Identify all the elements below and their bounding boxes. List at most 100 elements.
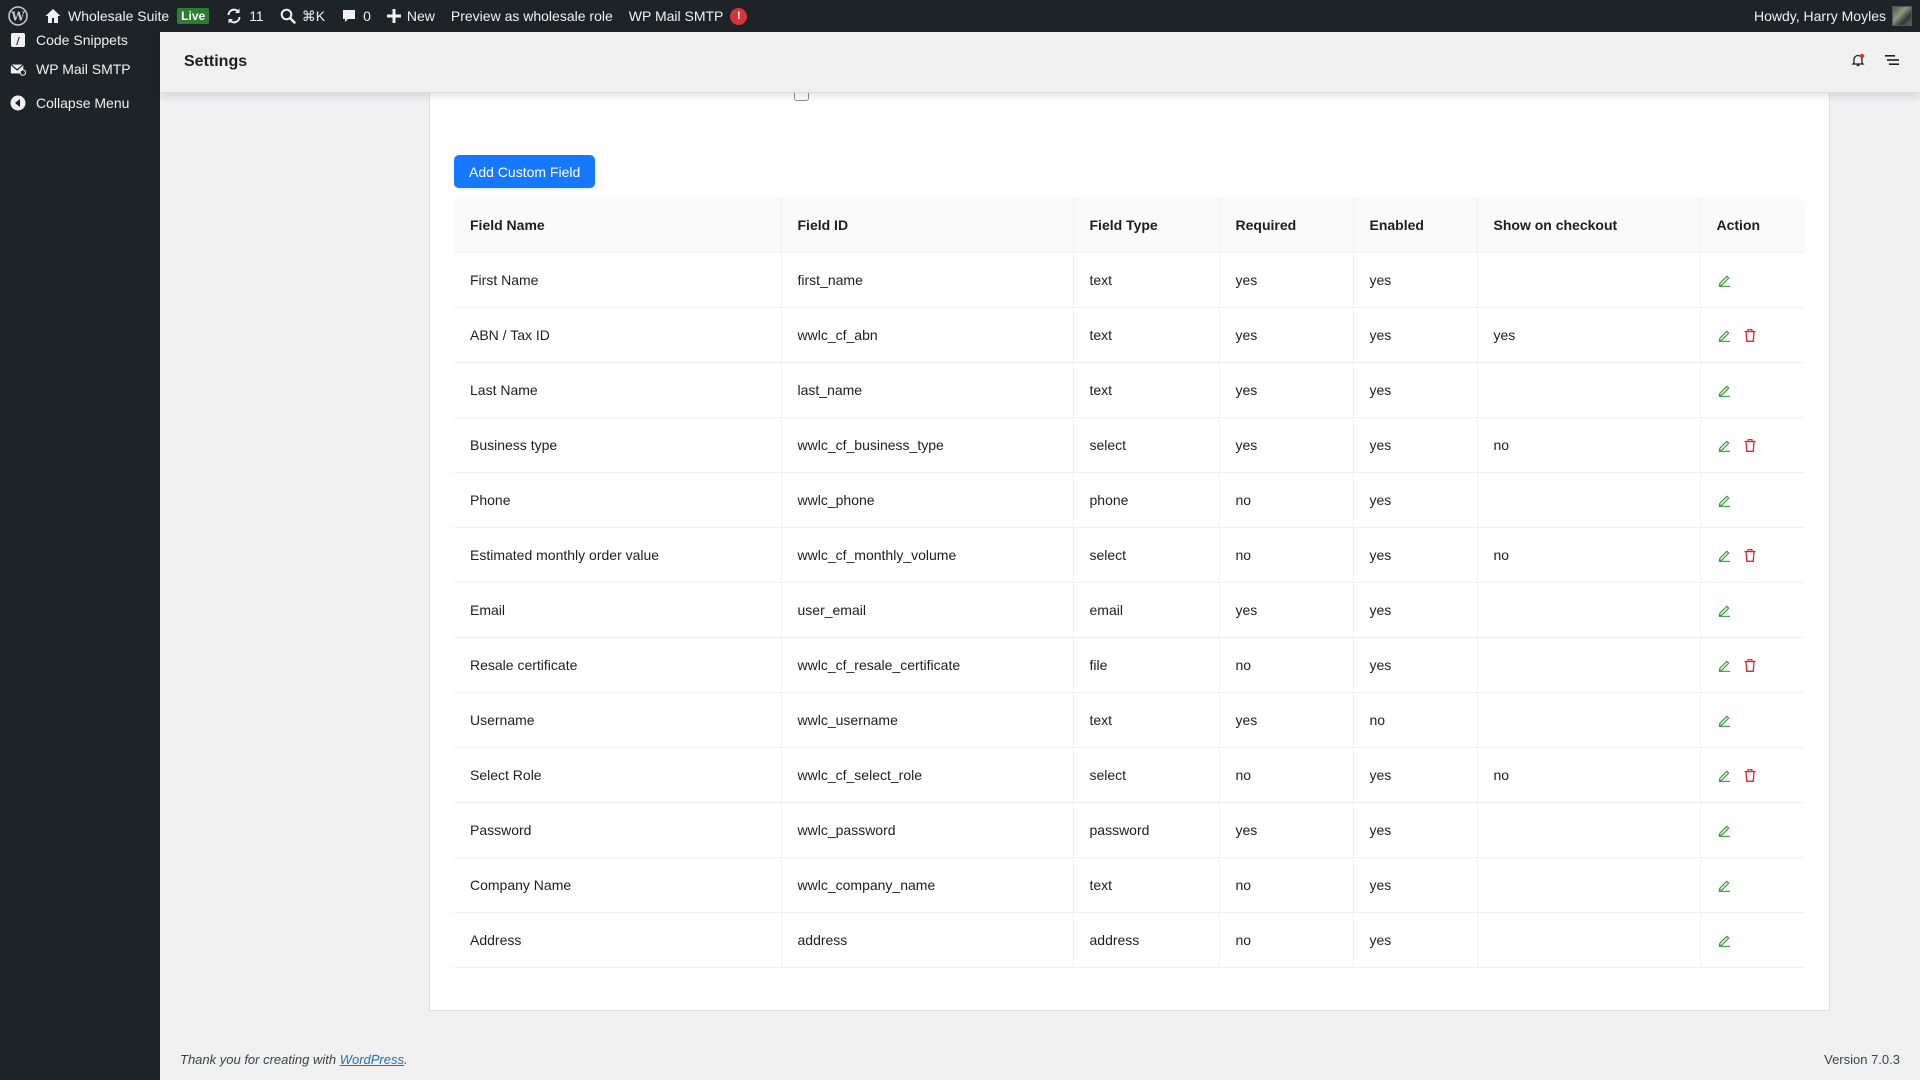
cell-field-type: text [1072,307,1219,363]
cell-field-id: wwlc_company_name [780,857,1073,913]
edit-icon[interactable] [1717,657,1733,673]
edit-icon[interactable] [1717,492,1733,508]
new-content-menu[interactable]: New [379,0,443,32]
column-header-show-on-checkout: Show on checkout [1476,197,1700,253]
column-header-field-id: Field ID [780,197,1073,253]
bell-icon [1851,53,1865,72]
cell-action [1699,527,1805,583]
cell-field-id: user_email [780,582,1073,638]
wp-mail-smtp-label: WP Mail SMTP [628,8,724,24]
add-custom-field-button[interactable]: Add Custom Field [454,155,596,188]
cell-enabled: yes [1352,417,1477,473]
plus-icon [386,9,401,23]
cell-action [1699,362,1805,418]
updates-menu[interactable]: 11 [217,0,272,32]
notifications-button[interactable] [1844,48,1872,76]
delete-icon[interactable] [1742,327,1758,343]
wp-mail-smtp-menu[interactable]: WP Mail SMTP ! [621,0,756,32]
cell-field-type: text [1072,362,1219,418]
cell-field-id: wwlc_cf_abn [780,307,1073,363]
edit-icon[interactable] [1717,547,1733,563]
cell-field-name: Company Name [454,857,781,913]
cell-show-on-checkout [1476,252,1700,308]
menu-toggle-button[interactable] [1878,48,1906,76]
sidebar-item-code-snippets[interactable]: / Code Snippets [0,32,160,52]
cell-field-name: Address [454,912,781,968]
admin-sidebar: / Code Snippets WP Mail SMTP Collapse Me… [0,32,160,1080]
comments-menu[interactable]: 0 [333,0,379,32]
edit-icon[interactable] [1717,712,1733,728]
greeting-text: Howdy, Harry Moyles [1754,8,1886,24]
cell-enabled: no [1352,692,1477,748]
edit-icon[interactable] [1717,877,1733,893]
footer-thanks-prefix: Thank you for creating with [180,1052,340,1067]
edit-icon[interactable] [1717,602,1733,618]
edit-icon[interactable] [1717,327,1733,343]
cell-field-id: wwlc_cf_resale_certificate [780,637,1073,693]
table-body: First Name first_name text yes yes ABN / Tax … [454,252,1805,968]
cell-action [1699,472,1805,528]
live-badge: Live [177,8,210,24]
cell-field-type: text [1072,692,1219,748]
cell-enabled: yes [1352,747,1477,803]
updates-count: 11 [249,8,264,24]
table-row: Username wwlc_username text yes no [454,692,1805,748]
delete-icon[interactable] [1742,657,1758,673]
column-header-field-type: Field Type [1072,197,1219,253]
edit-icon[interactable] [1717,437,1733,453]
cell-field-type: file [1072,637,1219,693]
cell-enabled: yes [1352,307,1477,363]
page-title: Settings [184,53,248,70]
collapse-menu-button[interactable]: Collapse Menu [0,86,160,120]
cell-action [1699,802,1805,858]
cell-required: no [1218,637,1353,693]
alert-badge: ! [730,7,748,25]
cell-show-on-checkout [1476,637,1700,693]
cell-field-id: last_name [780,362,1073,418]
site-name-menu[interactable]: Wholesale Suite Live [36,0,217,32]
svg-text:W: W [10,10,25,24]
my-account-menu[interactable]: Howdy, Harry Moyles [1746,0,1920,32]
cell-field-id: wwlc_cf_business_type [780,417,1073,473]
table-row: First Name first_name text yes yes [454,252,1805,308]
table-row: Resale certificate wwlc_cf_resale_certifi… [454,637,1805,693]
cell-show-on-checkout [1476,857,1700,913]
table-row: Last Name last_name text yes yes [454,362,1805,418]
edit-icon[interactable] [1717,822,1733,838]
column-header-enabled: Enabled [1352,197,1477,253]
edit-icon[interactable] [1717,932,1733,948]
edit-icon[interactable] [1717,272,1733,288]
delete-icon[interactable] [1742,547,1758,563]
table-row: Select Role wwlc_cf_select_role select no ye… [454,747,1805,803]
table-row: Company Name wwlc_company_name text no yes [454,857,1805,913]
delete-icon[interactable] [1742,767,1758,783]
preview-wholesale-role-link[interactable]: Preview as wholesale role [443,0,621,32]
cell-field-type: email [1072,582,1219,638]
cell-required: yes [1218,417,1353,473]
delete-icon[interactable] [1742,437,1758,453]
cell-required: no [1218,747,1353,803]
table-row: Password wwlc_password password yes yes [454,802,1805,858]
wordpress-logo-icon[interactable]: W [0,0,36,32]
cell-show-on-checkout: no [1476,527,1700,583]
edit-icon[interactable] [1717,767,1733,783]
cell-action [1699,747,1805,803]
cell-show-on-checkout [1476,472,1700,528]
custom-fields-table: Field Name Field ID Field Type Required … [454,197,1805,968]
edit-icon[interactable] [1717,382,1733,398]
cell-enabled: yes [1352,252,1477,308]
table-row: Address address address no yes [454,912,1805,968]
cell-field-type: select [1072,747,1219,803]
cell-required: yes [1218,252,1353,308]
cell-show-on-checkout: no [1476,747,1700,803]
wordpress-link[interactable]: WordPress [340,1052,404,1067]
version-text: Version 7.0.3 [1824,1052,1900,1067]
sidebar-item-wp-mail-smtp[interactable]: WP Mail SMTP [0,52,160,86]
cell-enabled: yes [1352,527,1477,583]
cell-enabled: yes [1352,857,1477,913]
sidebar-item-label: WP Mail SMTP [36,61,131,77]
table-row: Email user_email email yes yes [454,582,1805,638]
cell-enabled: yes [1352,802,1477,858]
search-menu[interactable]: ⌘K [272,0,333,32]
cell-required: yes [1218,582,1353,638]
